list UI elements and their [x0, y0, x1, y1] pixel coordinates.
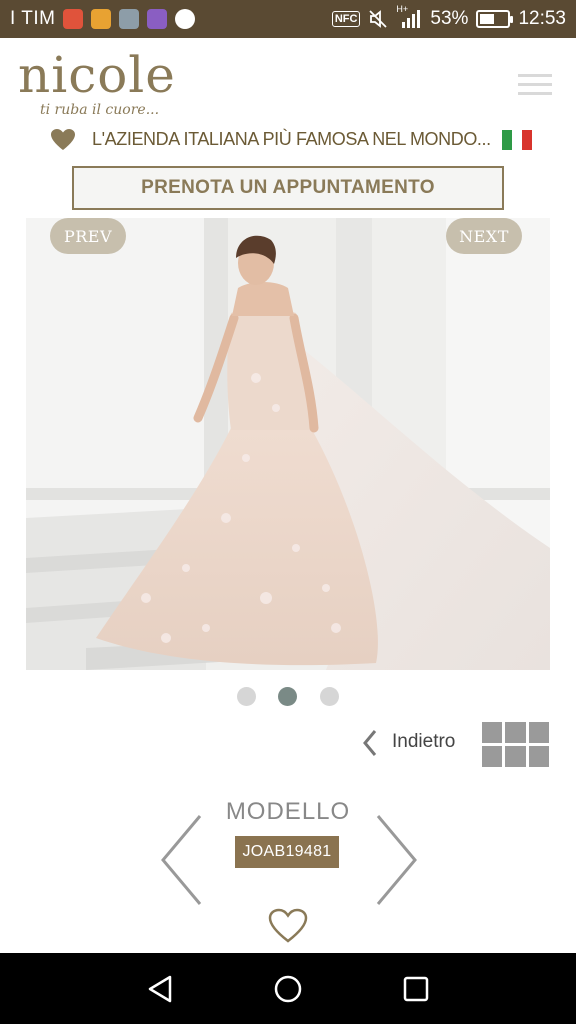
site-header: nicole ti ruba il cuore... [0, 38, 576, 126]
book-appointment-button[interactable]: PRENOTA UN APPUNTAMENTO [72, 166, 504, 210]
back-navigation: Indietro [360, 720, 560, 768]
pagination-dot[interactable] [237, 687, 256, 706]
notification-app-icon [147, 9, 168, 29]
brand-slogan: L'AZIENDA ITALIANA PIÙ FAMOSA NEL MONDO.… [92, 129, 491, 149]
brand-logo[interactable]: nicole [18, 46, 176, 104]
notification-gallery-icon [119, 9, 140, 29]
gallery-prev-button[interactable]: PREV [50, 218, 126, 254]
grid-icon[interactable] [482, 722, 549, 767]
battery-icon [476, 10, 514, 28]
mute-icon [369, 10, 388, 28]
back-icon[interactable] [142, 971, 178, 1007]
notification-browser-icon [175, 9, 196, 29]
status-bar: I TIM NFC H+ 53% 12:53 [0, 0, 576, 38]
carrier-name: I TIM [10, 8, 56, 29]
notification-app-icon [63, 9, 84, 29]
model-info: MODELLO JOAB19481 [0, 790, 576, 950]
back-link[interactable]: Indietro [392, 731, 455, 753]
battery-percent: 53% [430, 8, 469, 29]
clock: 12:53 [518, 8, 566, 29]
system-navigation-bar [0, 953, 576, 1024]
battery-fill [480, 14, 495, 24]
notification-app-icon [91, 9, 112, 29]
pagination-dot[interactable] [278, 687, 297, 706]
model-code-badge: JOAB19481 [235, 836, 339, 868]
gallery-next-button[interactable]: NEXT [446, 218, 522, 254]
italian-flag-icon [502, 130, 532, 150]
previous-model-icon[interactable] [160, 814, 204, 906]
heart-icon[interactable] [268, 908, 308, 944]
heart-icon [51, 129, 75, 150]
chevron-left-icon[interactable] [360, 728, 380, 758]
nfc-icon: NFC [331, 11, 361, 27]
next-model-icon[interactable] [374, 814, 418, 906]
brand-tagline: ti ruba il cuore... [40, 102, 160, 118]
gallery-pagination [0, 686, 576, 708]
slogan-row: L'AZIENDA ITALIANA PIÙ FAMOSA NEL MONDO.… [0, 126, 576, 156]
wedding-dress-photo [26, 218, 550, 670]
signal-icon: H+ [396, 4, 422, 30]
dress-photo-gallery[interactable]: PREV NEXT [26, 218, 550, 670]
recents-icon[interactable] [398, 971, 434, 1007]
model-label: MODELLO [225, 798, 351, 825]
menu-icon[interactable] [518, 74, 552, 100]
home-icon[interactable] [270, 971, 306, 1007]
pagination-dot[interactable] [320, 687, 339, 706]
